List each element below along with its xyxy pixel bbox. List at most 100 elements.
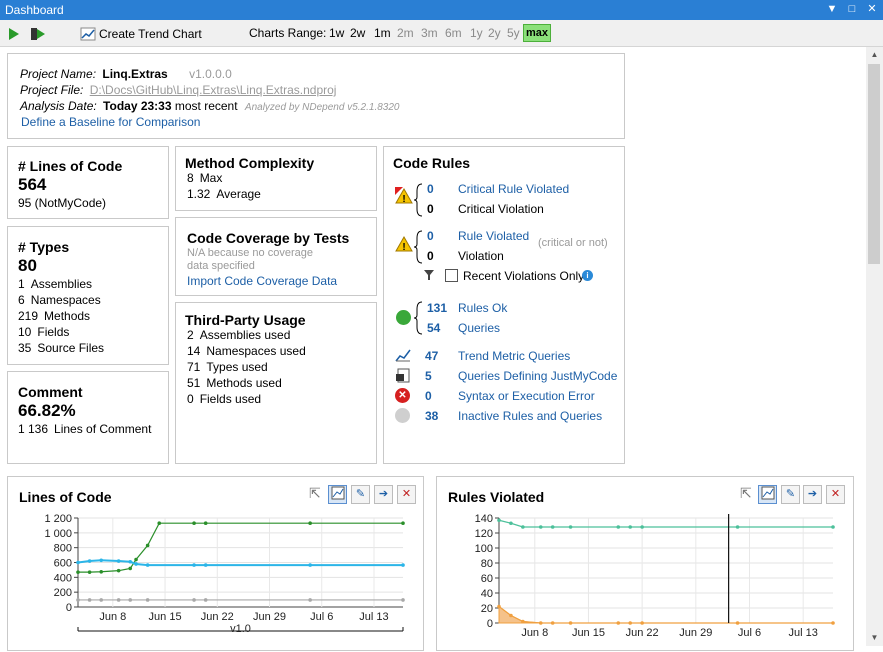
- pointer-icon[interactable]: ⇱: [309, 485, 321, 502]
- y-tick-label: 800: [54, 543, 72, 555]
- loc-value: 564: [18, 175, 47, 194]
- run-button[interactable]: [8, 25, 20, 42]
- scrollbar-thumb[interactable]: [868, 64, 880, 264]
- define-baseline-link[interactable]: Define a Baseline for Comparison: [21, 115, 200, 129]
- create-trend-chart-label: Create Trend Chart: [99, 26, 202, 41]
- error-link[interactable]: Syntax or Execution Error: [458, 389, 595, 403]
- loc-chart-svg[interactable]: 1 200 1 000 800 600 400 200 0 Jun 8 Jun 15 Jun 22…: [8, 507, 425, 652]
- scroll-up-icon[interactable]: ▲: [866, 47, 883, 63]
- create-trend-chart-button[interactable]: Create Trend Chart: [80, 25, 202, 42]
- trend-link[interactable]: Trend Metric Queries: [458, 349, 570, 363]
- import-coverage-link[interactable]: Import Code Coverage Data: [187, 274, 337, 288]
- pointer-icon[interactable]: ⇱: [740, 485, 752, 502]
- run-analysis-button[interactable]: [30, 25, 46, 42]
- y-tick-label: 100: [475, 543, 493, 555]
- remove-chart-button[interactable]: ✕: [397, 485, 416, 504]
- critical-warning-icon: !: [395, 187, 413, 205]
- data-point: [497, 518, 501, 523]
- data-point: [538, 525, 543, 529]
- data-point: [128, 598, 133, 602]
- inactive-link[interactable]: Inactive Rules and Queries: [458, 409, 602, 423]
- recent-violations-checkbox[interactable]: [445, 269, 458, 282]
- data-point: [640, 525, 644, 529]
- range-2y[interactable]: 2y: [488, 26, 501, 40]
- critical-rule-count[interactable]: 0: [427, 182, 434, 196]
- coverage-panel: Code Coverage by Tests N/A because no co…: [175, 217, 377, 296]
- inactive-count[interactable]: 38: [425, 409, 438, 423]
- third-party-count: 51: [187, 376, 201, 390]
- pencil-icon: ✎: [785, 488, 796, 500]
- third-party-row: 0 Fields used: [187, 392, 261, 406]
- third-party-row: 51 Methods used: [187, 376, 282, 390]
- close-icon: ✕: [401, 488, 412, 500]
- info-icon[interactable]: i: [582, 270, 593, 281]
- loc-not-my-code: 95 (NotMyCode): [18, 196, 107, 210]
- y-tick-label: 0: [487, 618, 493, 630]
- pencil-button[interactable]: ✎: [781, 485, 800, 504]
- range-1y[interactable]: 1y: [470, 26, 483, 40]
- just-my-code-link[interactable]: Queries Defining JustMyCode: [458, 369, 617, 383]
- queries-link[interactable]: Queries: [458, 321, 500, 335]
- close-icon[interactable]: ✕: [865, 2, 879, 16]
- data-point: [87, 559, 92, 563]
- data-point: [192, 521, 196, 525]
- export-button[interactable]: ➔: [374, 485, 393, 504]
- data-point: [538, 621, 543, 625]
- types-count: 10: [18, 325, 32, 339]
- x-tick-label: Jul 6: [310, 611, 333, 623]
- rules-ok-count[interactable]: 131: [427, 301, 447, 315]
- remove-chart-button[interactable]: ✕: [826, 485, 845, 504]
- types-count: 35: [18, 341, 32, 355]
- third-party-title: Third-Party Usage: [185, 312, 306, 328]
- y-tick-label: 80: [481, 558, 493, 570]
- edit-chart-button[interactable]: [758, 485, 777, 504]
- data-point: [550, 621, 555, 625]
- data-point: [628, 621, 633, 625]
- error-count[interactable]: 0: [425, 389, 432, 403]
- queries-count[interactable]: 54: [427, 321, 440, 335]
- data-point: [401, 598, 405, 602]
- rule-violated-link[interactable]: Rule Violated: [458, 229, 529, 243]
- loc-chart-title: Lines of Code: [19, 489, 112, 505]
- export-button[interactable]: ➔: [803, 485, 822, 504]
- range-1m[interactable]: 1m: [374, 26, 391, 40]
- arrow-right-icon: ➔: [807, 488, 818, 500]
- range-5y[interactable]: 5y: [507, 26, 520, 40]
- range-6m[interactable]: 6m: [445, 26, 462, 40]
- just-my-code-count[interactable]: 5: [425, 369, 432, 383]
- rules-ok-link[interactable]: Rules Ok: [458, 301, 507, 315]
- critical-rule-link[interactable]: Critical Rule Violated: [458, 182, 569, 196]
- data-point: [134, 562, 138, 566]
- complexity-max-row: 8 Max: [187, 171, 222, 185]
- maximize-icon[interactable]: □: [845, 2, 859, 16]
- edit-chart-button[interactable]: [328, 485, 347, 504]
- pencil-button[interactable]: ✎: [351, 485, 370, 504]
- range-1w[interactable]: 1w: [329, 26, 344, 40]
- types-panel: # Types 80 1 Assemblies 6 Namespaces 219 Me…: [7, 226, 169, 365]
- complexity-title: Method Complexity: [185, 155, 315, 171]
- inactive-circle-icon: [395, 408, 410, 423]
- complexity-avg-label: Average: [216, 187, 261, 201]
- project-file-link[interactable]: D:\Docs\GitHub\Linq.Extras\Linq.Extras.n…: [90, 83, 337, 97]
- range-max[interactable]: max: [523, 24, 551, 42]
- code-rules-title: Code Rules: [393, 155, 471, 171]
- comment-label: Lines of Comment: [54, 422, 152, 436]
- trend-count[interactable]: 47: [425, 349, 438, 363]
- data-point: [192, 563, 196, 567]
- data-point: [521, 619, 525, 624]
- x-tick-label: Jul 13: [359, 611, 388, 623]
- scroll-down-icon[interactable]: ▼: [866, 630, 883, 646]
- rules-violated-chart-svg[interactable]: 140 120 100 80 60 40 20 0 Jun 8 Jun 15 Jun 22 Jun 2…: [437, 507, 855, 652]
- comment-value: 66.82%: [18, 401, 76, 420]
- range-3m[interactable]: 3m: [421, 26, 438, 40]
- data-point: [568, 525, 573, 529]
- data-point: [628, 525, 633, 529]
- x-tick-label: Jun 15: [149, 611, 182, 623]
- dropdown-icon[interactable]: ▼: [825, 2, 839, 16]
- range-2w[interactable]: 2w: [350, 26, 365, 40]
- most-recent-label: most recent: [174, 99, 238, 113]
- range-2m[interactable]: 2m: [397, 26, 414, 40]
- types-label: Namespaces: [30, 293, 101, 307]
- rule-violated-count[interactable]: 0: [427, 229, 434, 243]
- data-point: [116, 568, 121, 573]
